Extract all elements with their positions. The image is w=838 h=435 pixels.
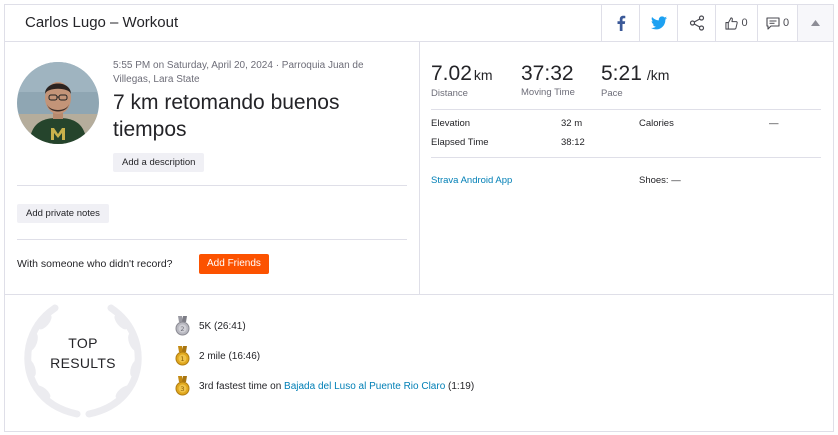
share-button[interactable]: [677, 5, 715, 41]
distance-value: 7.02: [431, 62, 472, 85]
divider: [17, 239, 407, 240]
activity-card: Carlos Lugo – Workout 0 0 5:55 PM on Sat…: [4, 4, 834, 432]
pace-value: 5:21: [601, 62, 642, 85]
segment-link[interactable]: Bajada del Luso al Puente Rio Claro: [284, 381, 445, 392]
calories-label: Calories: [639, 118, 674, 129]
activity-details: 5:55 PM on Saturday, April 20, 2024 · Pa…: [5, 42, 420, 294]
twitter-share-button[interactable]: [639, 5, 677, 41]
add-description-button[interactable]: Add a description: [113, 153, 205, 172]
share-icon: [689, 15, 704, 31]
shoes-info: Shoes: —: [639, 175, 681, 186]
kudos-button[interactable]: 0: [715, 5, 757, 41]
svg-text:1: 1: [180, 355, 184, 363]
add-friends-button[interactable]: Add Friends: [199, 254, 269, 274]
achievement-text: 5K (26:41): [199, 320, 246, 332]
svg-text:2: 2: [180, 325, 184, 333]
top-results-line1: TOP: [68, 335, 98, 351]
collapse-button[interactable]: [797, 5, 833, 41]
top-results-section: TOP RESULTS 2 5K (26:41) 1 2 mile (16:46…: [5, 294, 833, 431]
header-actions: 0 0: [601, 5, 833, 41]
stat-pace: 5:21/km Pace: [601, 62, 669, 99]
silver-medal-icon: 2: [175, 316, 190, 336]
achievement-item: 2 5K (26:41): [175, 316, 246, 336]
elevation-label: Elevation: [431, 118, 471, 129]
moving-time-value: 37:32: [521, 62, 574, 85]
twitter-icon: [650, 16, 667, 30]
shoes-value: —: [671, 175, 681, 186]
device-link[interactable]: Strava Android App: [431, 175, 512, 186]
distance-label: Distance: [431, 88, 468, 99]
gold-medal-icon: 1: [175, 346, 190, 366]
comments-count: 0: [782, 17, 790, 29]
elevation-value: 32 m: [561, 118, 583, 129]
add-private-notes-button[interactable]: Add private notes: [17, 204, 109, 223]
facebook-share-button[interactable]: [601, 5, 639, 41]
elapsed-time-label: Elapsed Time: [431, 137, 489, 148]
pace-unit: /km: [646, 67, 670, 83]
comment-icon: [766, 16, 780, 30]
activity-meta: 5:55 PM on Saturday, April 20, 2024 · Pa…: [113, 60, 364, 85]
page-title: Carlos Lugo – Workout: [25, 14, 179, 31]
svg-text:3: 3: [180, 385, 184, 393]
pace-label: Pace: [601, 88, 623, 99]
moving-time-label: Moving Time: [521, 87, 575, 98]
gold-medal-icon: 3: [175, 376, 190, 396]
divider: [431, 109, 821, 110]
top-results-heading: TOP RESULTS: [33, 333, 133, 373]
achievement-prefix: 3rd fastest time on: [199, 380, 285, 392]
kudos-count: 0: [741, 17, 748, 29]
calories-value: —: [769, 118, 779, 129]
caret-up-icon: [811, 20, 820, 26]
achievement-text: 3rd fastest time on Bajada del Luso al P…: [199, 381, 474, 392]
friends-question: With someone who didn't record?: [17, 258, 173, 270]
thumbs-up-icon: [725, 16, 739, 30]
activity-title: 7 km retomando buenos tiempos: [113, 91, 340, 141]
comments-button[interactable]: 0: [757, 5, 797, 41]
top-results-line2: RESULTS: [50, 355, 116, 371]
elapsed-time-value: 38:12: [561, 137, 585, 148]
divider: [17, 185, 407, 186]
avatar[interactable]: [17, 62, 99, 144]
stat-distance: 7.02 km Distance: [431, 62, 493, 99]
distance-unit: km: [473, 67, 493, 83]
divider: [431, 157, 821, 158]
achievement-item: 3 3rd fastest time on Bajada del Luso al…: [175, 376, 474, 396]
achievement-item: 1 2 mile (16:46): [175, 346, 260, 366]
achievement-text: 2 mile (16:46): [199, 350, 261, 362]
stat-moving-time: 37:32 Moving Time: [521, 62, 575, 98]
activity-header: Carlos Lugo – Workout 0 0: [5, 5, 833, 42]
shoes-label: Shoes:: [639, 175, 669, 186]
activity-stats: 7.02 km Distance 37:32 Moving Time 5:21/k…: [421, 42, 833, 294]
facebook-icon: [617, 15, 625, 31]
achievement-suffix: (1:19): [445, 380, 475, 392]
